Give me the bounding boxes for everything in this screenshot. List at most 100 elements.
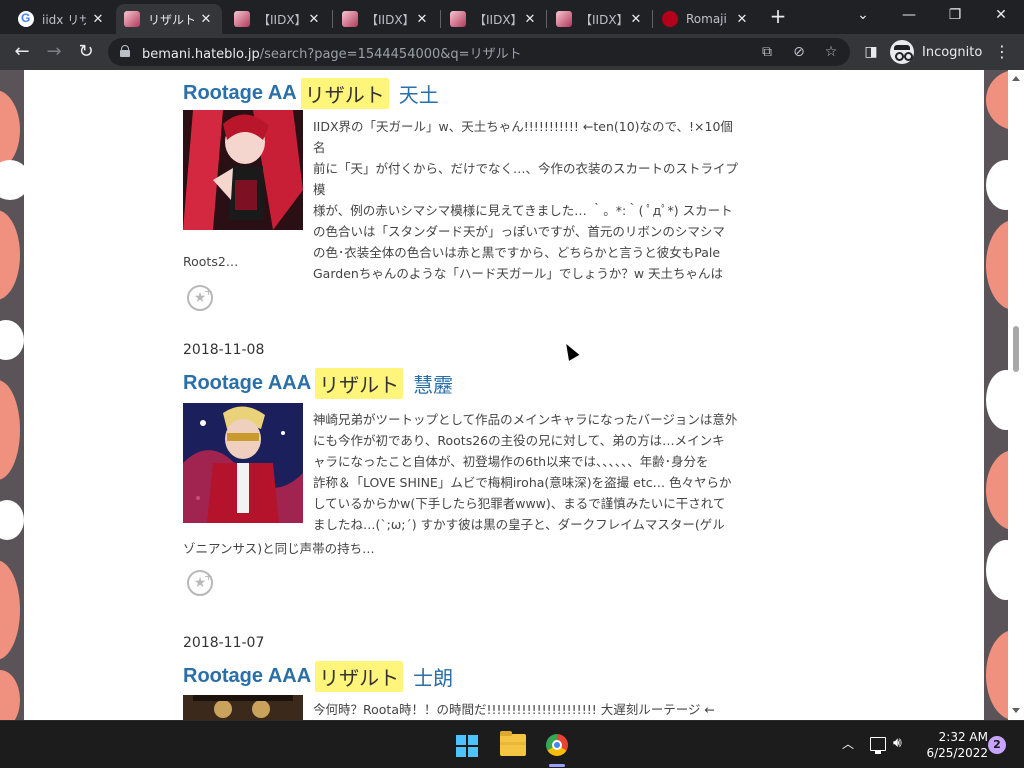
entry-subtitle[interactable]: 慧靂 <box>413 369 453 398</box>
excerpt-line: 前に「天」が付くから、だけでなく…、今作の衣装のスカートのストライプ模 <box>313 161 739 197</box>
background-pattern <box>0 500 24 540</box>
tab-title: リザルト <box>148 12 194 27</box>
active-app-indicator <box>549 764 565 767</box>
highlighted-keyword[interactable]: リザルト <box>300 78 389 109</box>
entry-thumbnail[interactable] <box>183 403 303 523</box>
tray-chevron-icon[interactable]: ︿ <box>842 735 854 752</box>
tab-6[interactable]: 【IIDX】B ✕ <box>548 4 652 34</box>
lock-icon[interactable] <box>120 45 130 57</box>
tab-separator <box>440 10 441 28</box>
entry-title-link[interactable]: Rootage AAA リザルト 士朗 <box>183 661 743 692</box>
scroll-up-arrow[interactable] <box>1012 76 1020 81</box>
excerpt-line: の色合いは「スタンダード天が」っぽいですが、首元のリボンのシマシマ <box>313 224 725 239</box>
notification-badge[interactable]: 2 <box>988 736 1006 754</box>
scroll-thumb[interactable] <box>1013 326 1019 372</box>
add-star-icon[interactable]: ★ <box>187 566 213 596</box>
network-icon[interactable] <box>870 737 886 754</box>
entry-title-link[interactable]: Rootage AAA リザルト 慧靂 <box>183 368 743 399</box>
excerpt-line: にも今作が初であり、Roots26の主役の兄に対して、弟の方は…メインキ <box>313 433 725 448</box>
new-tab-button[interactable]: + <box>768 6 788 28</box>
excerpt-line: 詐称＆「LOVE SHINE」ムビで梅桐iroha(意味深)を盗撮 etc… 色… <box>313 475 732 490</box>
scroll-down-arrow[interactable] <box>1012 708 1020 713</box>
clock-time: 2:32 AM <box>938 730 988 744</box>
excerpt-line: 様が、例の赤いシマシマ模様に見えてきました… ｀。*:｀( ﾟдﾟ*) スカート <box>313 203 733 218</box>
excerpt-line: の色･衣装全体の色合いは赤と黒ですから、どちらかと言うと彼女もPale <box>313 245 721 260</box>
excerpt-line: ましたね…(`;ω;´) すかす彼は黒の皇子と、ダークフレイムマスター(ゲル <box>313 517 725 532</box>
entry-excerpt: 神崎兄弟がツートップとして作品のメインキャラになったバージョンは意外 にも今作が… <box>313 409 743 535</box>
highlighted-keyword[interactable]: リザルト <box>315 661 404 692</box>
close-icon[interactable]: ✕ <box>522 12 538 27</box>
entry-subtitle[interactable]: 天土 <box>399 79 439 108</box>
entry-title[interactable]: Rootage AAA <box>183 665 311 688</box>
forward-button[interactable]: → <box>40 38 68 66</box>
tab-3[interactable]: 【IIDX】C ✕ <box>226 4 330 34</box>
excerpt-line: Gardenちゃんのような「ハード天ガール」でしょうか？w 天土ちゃんは <box>313 266 724 281</box>
tab-separator <box>332 10 333 28</box>
tab-title: 【IIDX】B <box>580 12 624 27</box>
highlighted-keyword[interactable]: リザルト <box>315 368 404 399</box>
close-icon[interactable]: ✕ <box>198 12 214 27</box>
entry-title-link[interactable]: Rootage AA リザルト 天土 <box>183 78 743 109</box>
tab-2[interactable]: リザルト ✕ <box>116 4 222 34</box>
tab-1[interactable]: iidx リザ ✕ <box>10 4 114 34</box>
entry-excerpt: 今何時？Roota時！！の時間だ!!!!!!!!!!!!!!!!!!!!!! 大… <box>313 699 743 720</box>
close-icon[interactable]: ✕ <box>414 12 430 27</box>
tab-5[interactable]: 【IIDX】B ✕ <box>442 4 546 34</box>
tab-title: 【IIDX】B <box>474 12 518 27</box>
entry-title[interactable]: Rootage AAA <box>183 372 311 395</box>
incognito-icon <box>890 40 914 64</box>
anime-icon <box>342 11 358 27</box>
entry-thumbnail[interactable] <box>183 695 303 720</box>
excerpt-line: ャラになったこと自体が、初登場作の6th以来では、、、、、、年齢･身分を <box>313 454 709 469</box>
close-icon[interactable]: ✕ <box>306 12 322 27</box>
tab-title: 【IIDX】C <box>366 12 410 27</box>
close-icon[interactable]: ✕ <box>628 12 644 27</box>
browser-toolbar: ← → ↻ bemani.hateblo.jp/search?page=1544… <box>0 34 1024 70</box>
close-window-button[interactable]: ✕ <box>978 0 1024 34</box>
add-star-icon[interactable]: ★ <box>187 281 213 311</box>
bookmark-star-icon[interactable]: ☆ <box>820 41 842 63</box>
minimize-button[interactable]: — <box>886 0 932 34</box>
system-clock[interactable]: 2:32 AM 6/25/2022 <box>918 729 988 761</box>
excerpt-line: 今何時？Roota時！！の時間だ!!!!!!!!!!!!!!!!!!!!!! 大… <box>313 702 715 717</box>
entry-subtitle[interactable]: 士朗 <box>413 662 453 691</box>
tab-search-button[interactable]: ⌄ <box>840 0 886 34</box>
eye-slash-icon[interactable]: ⊘ <box>788 41 810 63</box>
excerpt-line: しているからかw(下手したら犯罪者www)、まるで謹慎みたいに干されて <box>313 496 726 511</box>
background-pattern <box>0 380 20 480</box>
entry-title[interactable]: Rootage AA <box>183 82 297 105</box>
close-icon[interactable]: ✕ <box>734 12 750 27</box>
entry-thumbnail[interactable] <box>183 110 303 230</box>
excerpt-tail: Roots2… <box>183 254 239 269</box>
anime-icon <box>124 11 140 27</box>
menu-icon[interactable]: ⋮ <box>994 40 1010 64</box>
background-pattern <box>0 670 20 720</box>
translate-icon[interactable]: ⧉ <box>756 41 778 63</box>
anime-icon <box>450 11 466 27</box>
red-circle-icon <box>662 11 678 27</box>
entry-date: 2018-11-07 <box>183 635 265 651</box>
side-panel-icon[interactable]: ◨ <box>862 42 880 62</box>
reload-button[interactable]: ↻ <box>72 38 100 66</box>
file-explorer-icon[interactable] <box>500 731 526 756</box>
chrome-icon[interactable] <box>546 734 568 756</box>
anime-icon <box>556 11 572 27</box>
url-text[interactable]: bemani.hateblo.jp/search?page=1544454000… <box>142 43 522 62</box>
page-scrollbar[interactable] <box>1008 70 1024 720</box>
close-icon[interactable]: ✕ <box>90 12 106 27</box>
tab-4[interactable]: 【IIDX】C ✕ <box>334 4 438 34</box>
volume-icon[interactable]: 🔊︎ <box>893 735 902 751</box>
tab-separator <box>652 10 653 28</box>
back-button[interactable]: ← <box>8 38 36 66</box>
entry-date: 2018-11-08 <box>183 342 265 358</box>
tab-7[interactable]: Romaji ✕ <box>654 4 758 34</box>
search-result-entry: 2018-11-08 Rootage AAA リザルト 慧靂 神崎兄弟がツートッ… <box>183 342 743 602</box>
restore-button[interactable]: ❐ <box>932 0 978 34</box>
address-bar[interactable]: bemani.hateblo.jp/search?page=1544454000… <box>108 38 850 66</box>
windows-start-icon[interactable] <box>456 735 478 757</box>
incognito-indicator[interactable]: Incognito <box>890 40 982 64</box>
background-pattern <box>0 320 24 360</box>
tab-strip: iidx リザ ✕ リザルト ✕ 【IIDX】C ✕ 【IIDX】C ✕ 【II… <box>0 0 1024 34</box>
excerpt-tail: ゾニアンサス)と同じ声帯の持ち… <box>183 541 375 556</box>
search-result-entry: Rootage AA リザルト 天土 IIDX界の「天ガール」w、天土ちゃん!!… <box>183 78 743 311</box>
